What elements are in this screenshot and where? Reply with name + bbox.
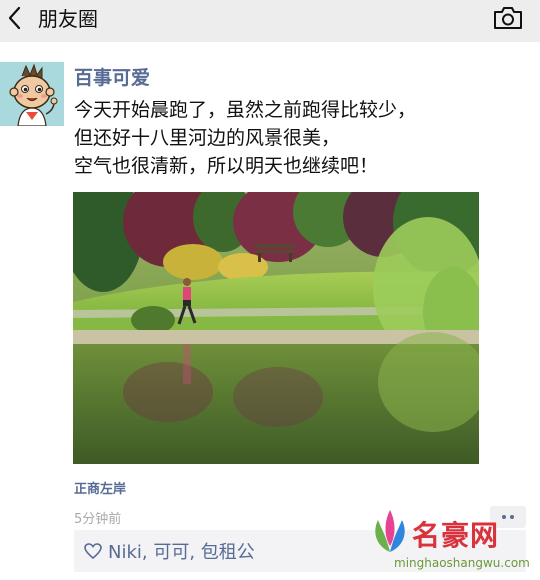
chevron-left-icon (8, 6, 21, 30)
dot-icon (502, 515, 506, 519)
moment-post: 百事可爱 今天开始晨跑了，虽然之前跑得比较少， 但还好十八里河边的风景很美， 空… (0, 42, 540, 580)
camera-icon (494, 7, 522, 29)
likes-names[interactable]: Niki, 可可, 包租公 (108, 538, 255, 564)
top-bar: 朋友圈 (0, 0, 540, 42)
post-time: 5分钟前 (74, 512, 122, 527)
heart-icon (84, 542, 102, 560)
camera-button[interactable] (492, 5, 524, 31)
cartoon-face-avatar-icon (0, 62, 64, 126)
dot-icon (510, 515, 514, 519)
location-link[interactable]: 正商左岸 (74, 478, 126, 497)
park-lake-runner-image (73, 192, 479, 464)
post-photo[interactable] (73, 192, 479, 464)
more-actions-button[interactable] (490, 506, 526, 528)
page-title: 朋友圈 (38, 7, 98, 31)
post-text: 今天开始晨跑了，虽然之前跑得比较少， 但还好十八里河边的风景很美， 空气也很清新… (74, 99, 417, 177)
back-button[interactable] (2, 3, 26, 33)
author-name[interactable]: 百事可爱 (74, 66, 150, 90)
avatar[interactable] (0, 62, 64, 126)
likes-bar: Niki, 可可, 包租公 (74, 530, 526, 572)
